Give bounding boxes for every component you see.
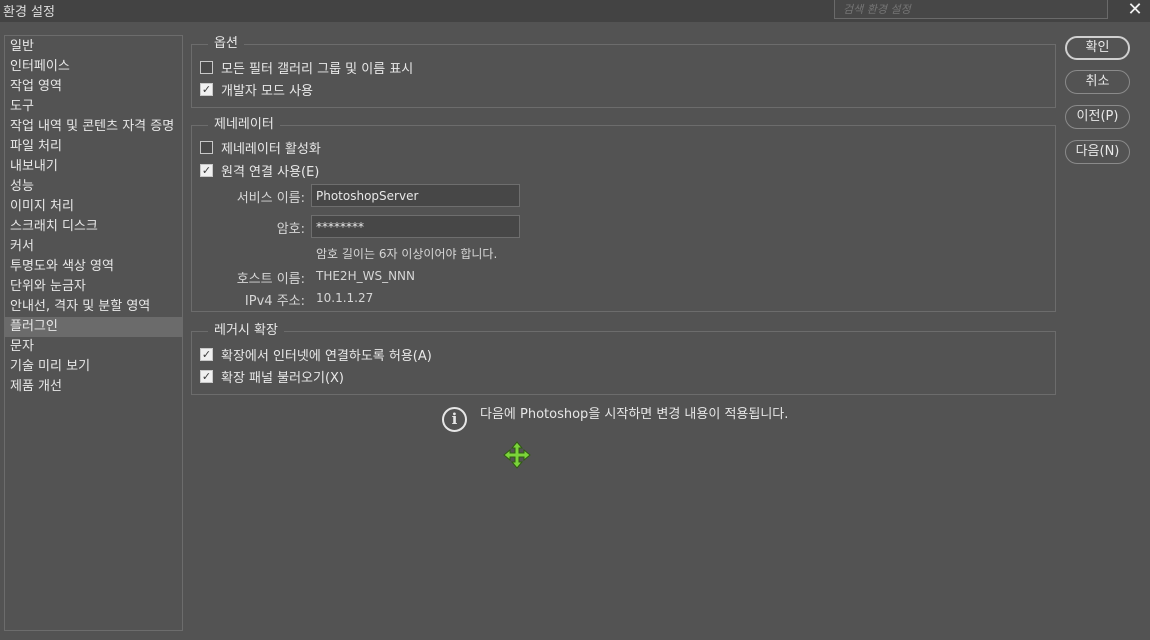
sidebar-item[interactable]: 커서 <box>5 237 182 257</box>
search-input[interactable] <box>834 0 1108 19</box>
host-name-label: 호스트 이름: <box>236 272 305 287</box>
move-cursor-icon <box>503 441 531 469</box>
sidebar-item[interactable]: 안내선, 격자 및 분할 영역 <box>5 297 182 317</box>
checkbox-icon[interactable] <box>200 140 213 154</box>
sidebar-item[interactable]: 문자 <box>5 337 182 357</box>
load-extension-panels-checkbox[interactable]: ✓ 확장 패널 불러오기(X) <box>200 366 344 386</box>
sidebar-item[interactable]: 파일 처리 <box>5 137 182 157</box>
generator-group: 제네레이터 제네레이터 활성화 ✓ 원격 연결 사용(E) 서비스 이름: 암호… <box>191 116 1056 312</box>
info-icon: i <box>442 407 467 432</box>
enable-generator-checkbox[interactable]: 제네레이터 활성화 <box>200 137 321 157</box>
ok-button[interactable]: 확인 <box>1065 36 1130 60</box>
ipv4-value: 10.1.1.27 <box>316 291 374 305</box>
checkbox-icon[interactable] <box>200 60 213 74</box>
options-legend: 옵션 <box>208 35 244 53</box>
legacy-extensions-group: 레거시 확장 ✓ 확장에서 인터넷에 연결하도록 허용(A) ✓ 확장 패널 불… <box>191 322 1056 395</box>
title-bar: 환경 설정 ✕ <box>0 0 1150 22</box>
developer-mode-checkbox[interactable]: ✓ 개발자 모드 사용 <box>200 79 313 99</box>
close-icon[interactable]: ✕ <box>1124 0 1146 22</box>
ipv4-label: IPv4 주소: <box>244 294 305 309</box>
sidebar-item[interactable]: 도구 <box>5 97 182 117</box>
generator-legend: 제네레이터 <box>208 116 280 134</box>
allow-internet-checkbox[interactable]: ✓ 확장에서 인터넷에 연결하도록 허용(A) <box>200 344 432 364</box>
sidebar-item[interactable]: 작업 영역 <box>5 77 182 97</box>
host-name-value: THE2H_WS_NNN <box>316 269 416 283</box>
sidebar-item[interactable]: 작업 내역 및 콘텐츠 자격 증명 <box>5 117 182 137</box>
sidebar-item[interactable]: 일반 <box>5 37 182 57</box>
legacy-legend: 레거시 확장 <box>208 322 284 340</box>
checkbox-label: 확장 패널 불러오기(X) <box>221 370 344 386</box>
sidebar-item[interactable]: 스크래치 디스크 <box>5 217 182 237</box>
checkbox-label: 개발자 모드 사용 <box>221 83 313 99</box>
cancel-button[interactable]: 취소 <box>1065 70 1130 94</box>
password-input[interactable] <box>311 215 520 238</box>
show-filter-gallery-checkbox[interactable]: 모든 필터 갤러리 그룹 및 이름 표시 <box>200 57 413 77</box>
checkbox-icon[interactable]: ✓ <box>200 347 213 361</box>
sidebar-item[interactable]: 이미지 처리 <box>5 197 182 217</box>
sidebar-item[interactable]: 투명도와 색상 영역 <box>5 257 182 277</box>
remote-connection-checkbox[interactable]: ✓ 원격 연결 사용(E) <box>200 160 319 180</box>
checkbox-icon[interactable]: ✓ <box>200 369 213 383</box>
password-hint: 암호 길이는 6자 이상이어야 합니다. <box>316 247 498 261</box>
sidebar-item[interactable]: 기술 미리 보기 <box>5 357 182 377</box>
sidebar-item[interactable]: 내보내기 <box>5 157 182 177</box>
options-group: 옵션 모든 필터 갤러리 그룹 및 이름 표시 ✓ 개발자 모드 사용 <box>191 35 1056 108</box>
sidebar-item[interactable]: 성능 <box>5 177 182 197</box>
window-title: 환경 설정 <box>3 5 55 20</box>
checkbox-label: 제네레이터 활성화 <box>221 141 321 157</box>
sidebar-item[interactable]: 제품 개선 <box>5 377 182 397</box>
restart-notice: 다음에 Photoshop을 시작하면 변경 내용이 적용됩니다. <box>480 407 789 422</box>
checkbox-label: 확장에서 인터넷에 연결하도록 허용(A) <box>221 348 432 364</box>
checkbox-icon[interactable]: ✓ <box>200 163 213 177</box>
sidebar-item[interactable]: 인터페이스 <box>5 57 182 77</box>
service-name-label: 서비스 이름: <box>236 191 305 206</box>
sidebar-item[interactable]: 플러그인 <box>5 317 182 337</box>
checkbox-icon[interactable]: ✓ <box>200 82 213 96</box>
checkbox-label: 원격 연결 사용(E) <box>221 164 320 180</box>
prev-button[interactable]: 이전(P) <box>1065 105 1130 129</box>
sidebar-item[interactable]: 단위와 눈금자 <box>5 277 182 297</box>
sidebar: 일반 인터페이스 작업 영역 도구 작업 내역 및 콘텐츠 자격 증명 파일 처리 내보내기… <box>4 35 183 631</box>
password-label: 암호: <box>276 222 305 237</box>
checkbox-label: 모든 필터 갤러리 그룹 및 이름 표시 <box>221 61 414 77</box>
service-name-input[interactable] <box>311 184 520 207</box>
next-button[interactable]: 다음(N) <box>1065 140 1130 164</box>
